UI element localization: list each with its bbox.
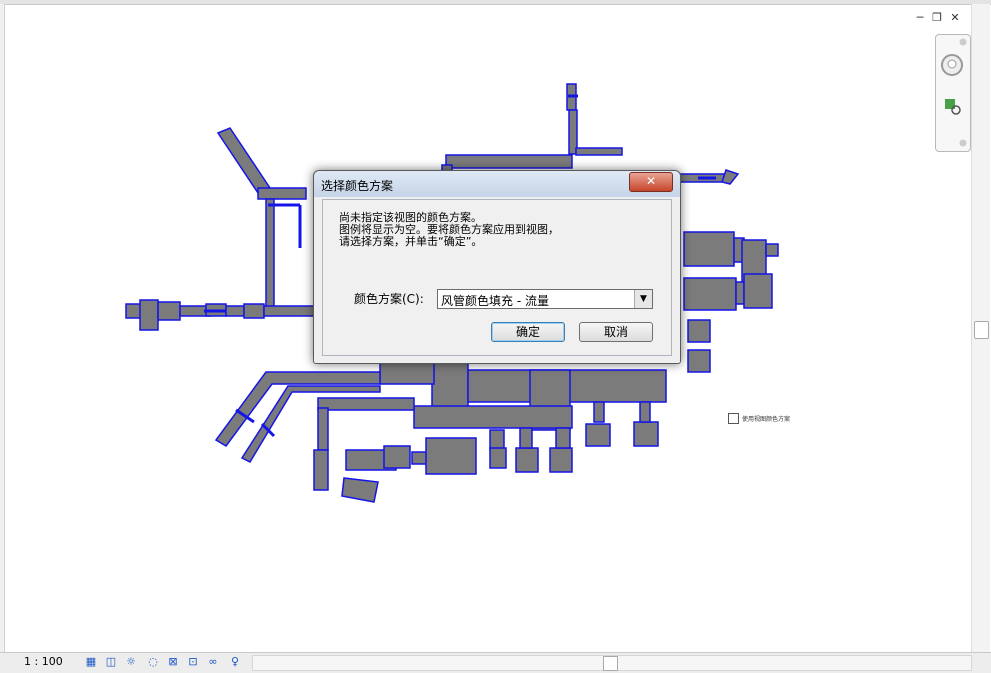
duct-segment: [431, 359, 469, 409]
crop-view-icon[interactable]: ⊠: [166, 655, 180, 669]
duct-segment: [317, 407, 329, 451]
scheme-label: 颜色方案(C):: [354, 292, 424, 306]
horizontal-scrollbar[interactable]: [252, 655, 972, 671]
duct-segment: [445, 154, 573, 169]
duct-segment: [265, 198, 275, 310]
cancel-button[interactable]: 取消: [579, 322, 653, 342]
ok-button[interactable]: 确定: [491, 322, 565, 342]
color-scheme-select[interactable]: 风管颜色填充 - 流量 ▼: [437, 289, 653, 309]
dialog-title: 选择颜色方案: [321, 179, 394, 193]
duct-segment: [585, 423, 611, 447]
dialog-message: 尚未指定该视图的颜色方案。 图例将显示为空。要将颜色方案应用到视图， 请选择方案…: [339, 212, 559, 248]
chevron-down-icon[interactable]: ▼: [634, 290, 652, 308]
duct-segment: [555, 427, 571, 449]
navbar-options-icon[interactable]: [959, 139, 967, 147]
restore-icon[interactable]: ❐: [930, 11, 944, 25]
duct-segment: [489, 447, 507, 469]
duct-segment: [575, 147, 623, 156]
choose-color-scheme-dialog: 选择颜色方案 ✕ 尚未指定该视图的颜色方案。 图例将显示为空。要将颜色方案应用到…: [313, 170, 681, 364]
navigation-bar: [935, 34, 971, 152]
duct-segment: [139, 299, 159, 331]
message-line-3: 请选择方案，并单击“确定”。: [339, 235, 483, 248]
view-scale[interactable]: 1 : 100: [24, 655, 63, 668]
duct-segment: [593, 401, 605, 423]
color-scheme-value: 风管颜色填充 - 流量: [441, 294, 549, 308]
dialog-body: 尚未指定该视图的颜色方案。 图例将显示为空。要将颜色方案应用到视图， 请选择方案…: [322, 199, 672, 356]
duct-segment: [313, 449, 329, 491]
view-control-bar: 1 : 100 ▦ ◫ ☼ ◌ ⊠ ⊡ ∞ ♀: [0, 652, 991, 673]
show-crop-icon[interactable]: ⊡: [186, 655, 200, 669]
duct-segment: [489, 429, 505, 451]
vertical-scroll-thumb[interactable]: [974, 321, 989, 339]
zoom-region-icon[interactable]: [943, 97, 963, 117]
duct-segment: [687, 349, 711, 373]
temporary-hide-icon[interactable]: ∞: [206, 655, 220, 669]
duct-segment: [515, 447, 539, 473]
checkbox-box[interactable]: [728, 413, 739, 424]
duct-segment: [317, 397, 415, 411]
duct-segment: [379, 361, 435, 385]
duct-segment: [765, 243, 779, 257]
detail-level-icon[interactable]: ▦: [84, 655, 98, 669]
duct-segment: [263, 305, 315, 317]
dialog-titlebar[interactable]: 选择颜色方案 ✕: [314, 171, 680, 197]
duct-segment: [683, 277, 737, 311]
duct-segment: [413, 405, 573, 429]
visual-style-icon[interactable]: ◫: [104, 655, 118, 669]
navbar-close-icon[interactable]: [959, 38, 967, 46]
minimize-icon[interactable]: ─: [913, 11, 927, 25]
sun-path-icon[interactable]: ☼: [124, 655, 138, 669]
vertical-scrollbar[interactable]: [971, 4, 990, 654]
duct-segment: [519, 427, 533, 449]
duct-segment: [157, 301, 181, 321]
duct-segment: [243, 303, 265, 319]
duct-segment: [687, 319, 711, 343]
duct-segment: [549, 447, 573, 473]
duct-segment: [639, 401, 651, 423]
dialog-close-button[interactable]: ✕: [629, 172, 673, 192]
steering-wheel-icon[interactable]: [940, 53, 964, 77]
duct-segment: [341, 477, 379, 503]
horizontal-scroll-thumb[interactable]: [603, 656, 618, 671]
checkbox-label: 使用视图颜色方案: [742, 416, 791, 423]
duct-segment: [721, 169, 740, 185]
duct-segment: [383, 445, 411, 469]
duct-segment: [633, 421, 659, 447]
duct-segment: [425, 437, 477, 475]
close-window-icon[interactable]: ✕: [948, 11, 962, 25]
shadows-icon[interactable]: ◌: [146, 655, 160, 669]
duct-segment: [735, 281, 745, 305]
duct-segment: [216, 127, 272, 194]
view-color-scheme-checkbox[interactable]: 使用视图颜色方案: [728, 413, 790, 424]
duct-segment: [225, 305, 245, 317]
duct-segment: [743, 273, 773, 309]
reveal-hidden-icon[interactable]: ♀: [228, 655, 242, 669]
duct-segment: [257, 187, 307, 200]
duct-segment: [683, 231, 735, 267]
